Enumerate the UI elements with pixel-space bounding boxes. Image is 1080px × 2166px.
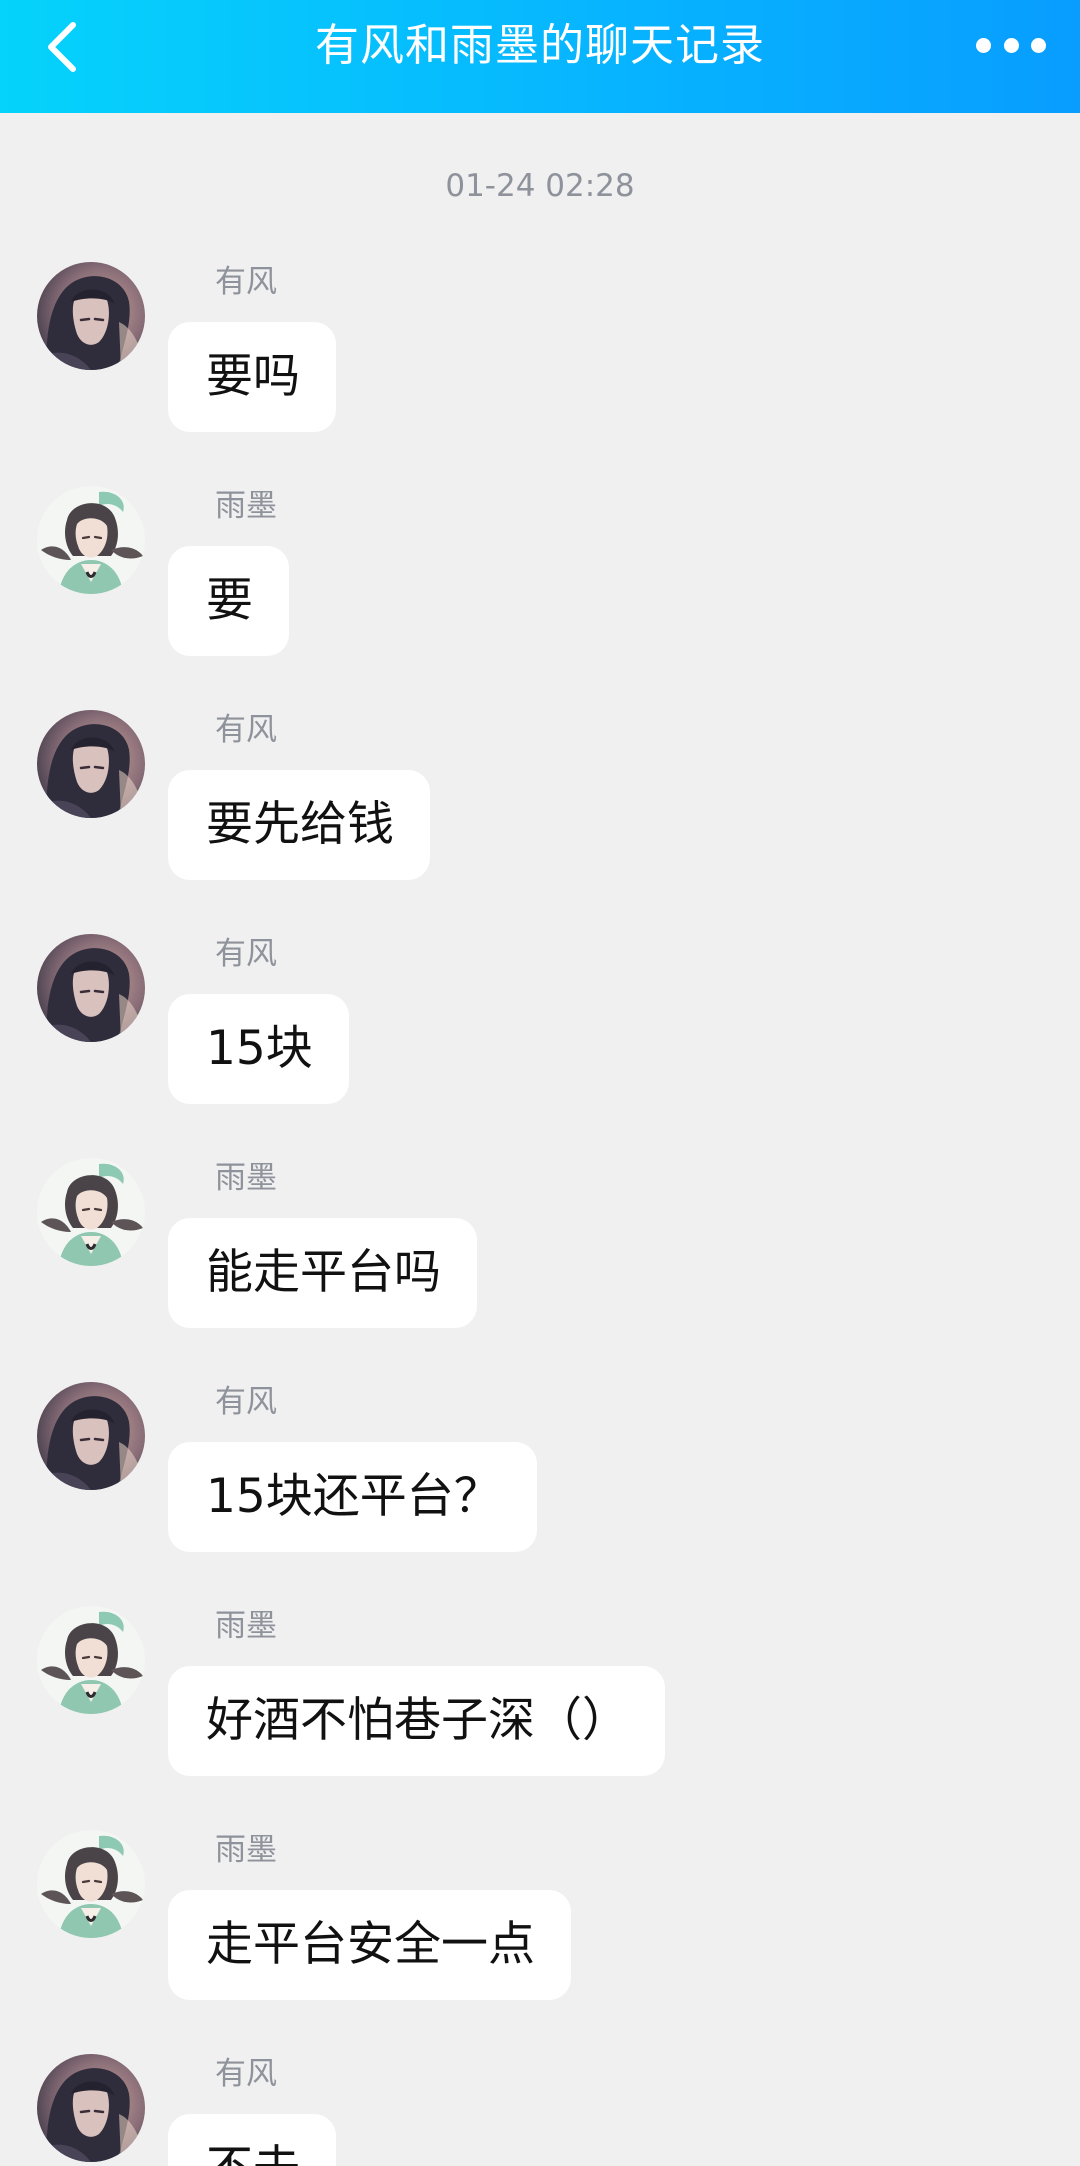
sender-name: 雨墨 [215,488,277,524]
sender-name: 有风 [215,712,277,748]
message-bubble[interactable]: 要先给钱 [168,770,430,880]
avatar[interactable] [37,486,145,594]
app-header: 有风和雨墨的聊天记录 [0,0,1080,113]
avatar[interactable] [37,934,145,1042]
message-row: 有风 15块还平台？ [0,1382,1080,1582]
sender-name: 雨墨 [215,1160,277,1196]
message-row: 雨墨要 [0,486,1080,686]
message-bubble[interactable]: 15块 [168,994,349,1104]
avatar[interactable] [37,1606,145,1714]
message-bubble[interactable]: 好酒不怕巷子深（） [168,1666,665,1776]
message-row: 雨墨走平台安全一点 [0,1830,1080,2030]
message-row: 有风要先给钱 [0,710,1080,910]
message-row: 有风要吗 [0,262,1080,462]
message-bubble[interactable]: 不去 [168,2114,336,2166]
avatar[interactable] [37,1158,145,1266]
avatar[interactable] [37,1382,145,1490]
chat-history-screen: 有风和雨墨的聊天记录 01-24 02:28 有风 要吗 雨墨 要 有风 要先给… [0,0,1080,2166]
sender-name: 雨墨 [215,1608,277,1644]
message-row: 雨墨能走平台吗 [0,1158,1080,1358]
chevron-left-icon [48,22,76,72]
message-bubble[interactable]: 15块还平台？ [168,1442,537,1552]
sender-name: 有风 [215,1384,277,1420]
message-bubble[interactable]: 走平台安全一点 [168,1890,571,2000]
sender-name: 有风 [215,2056,277,2092]
sender-name: 有风 [215,264,277,300]
message-bubble[interactable]: 能走平台吗 [168,1218,477,1328]
page-title: 有风和雨墨的聊天记录 [315,20,765,71]
more-button[interactable] [976,22,1046,68]
avatar[interactable] [37,710,145,818]
message-row: 雨墨好酒不怕巷子深（） [0,1606,1080,1806]
message-row: 有风 15块 [0,934,1080,1134]
chat-timestamp: 01-24 02:28 [445,168,635,204]
sender-name: 有风 [215,936,277,972]
message-bubble[interactable]: 要吗 [168,322,336,432]
message-row: 有风不去 [0,2054,1080,2166]
back-button[interactable] [28,12,98,82]
avatar[interactable] [37,2054,145,2162]
message-bubble[interactable]: 要 [168,546,289,656]
avatar[interactable] [37,1830,145,1938]
sender-name: 雨墨 [215,1832,277,1868]
more-horizontal-icon [976,37,991,53]
avatar[interactable] [37,262,145,370]
